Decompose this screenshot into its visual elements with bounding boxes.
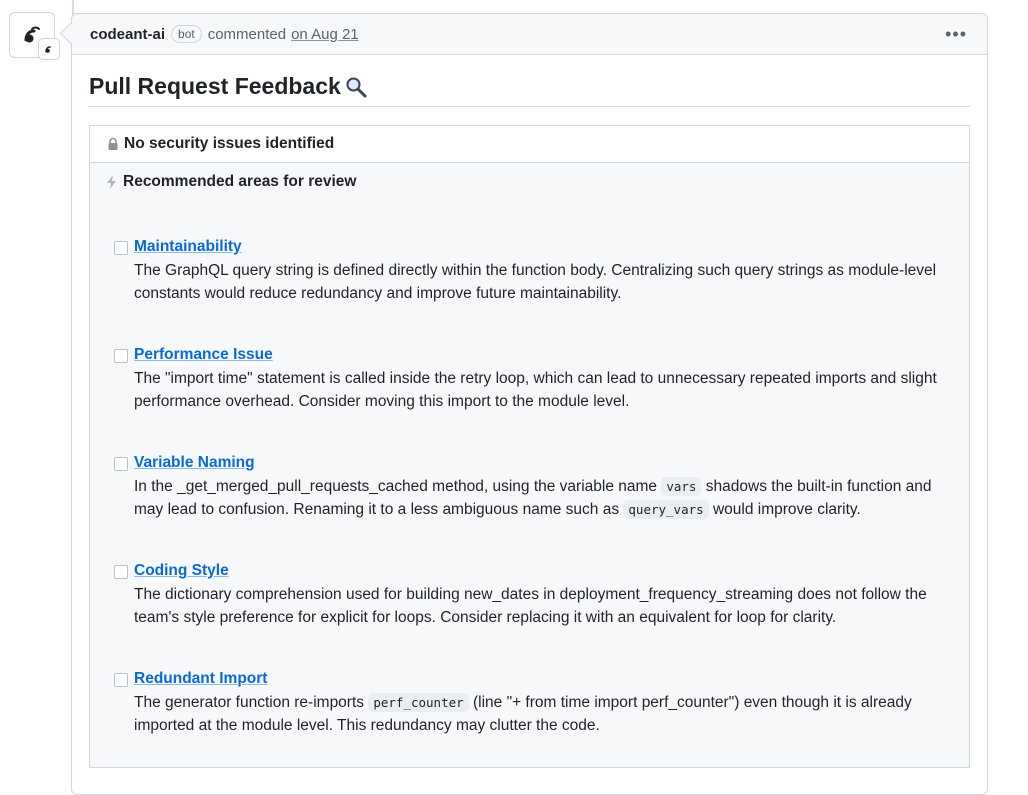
checkbox[interactable]: [114, 565, 128, 579]
magnifier-icon: [346, 77, 367, 97]
inline-code: vars: [661, 477, 702, 496]
inline-code: perf_counter: [368, 693, 469, 712]
text-segment: The generator function re-imports: [134, 694, 365, 711]
review-item-coding-style: Coding Style The dictionary comprehensio…: [106, 561, 953, 629]
checkbox[interactable]: [114, 241, 128, 255]
review-text: In the _get_merged_pull_requests_cached …: [134, 475, 953, 521]
review-text: The "import time" statement is called in…: [134, 370, 937, 410]
review-title: Recommended areas for review: [123, 173, 357, 190]
security-status: No security issues identified: [124, 135, 335, 152]
review-link-performance[interactable]: Performance Issue: [134, 345, 273, 365]
lock-icon: [108, 137, 118, 150]
review-link-variable-naming[interactable]: Variable Naming: [134, 453, 255, 473]
review-text: The dictionary comprehension used for bu…: [134, 586, 927, 626]
inline-code: query_vars: [623, 500, 709, 519]
review-item-redundant-import: Redundant Import The generator function …: [106, 669, 953, 737]
review-link-coding-style[interactable]: Coding Style: [134, 561, 229, 581]
kebab-horizontal-icon[interactable]: •••: [945, 24, 967, 45]
comment-date-link[interactable]: on Aug 21: [291, 26, 359, 43]
review-item-variable-naming: Variable Naming In the _get_merged_pull_…: [106, 453, 953, 521]
comment-box: codeant-ai bot commented on Aug 21 ••• P…: [71, 13, 988, 795]
review-item-performance: Performance Issue The "import time" stat…: [106, 345, 953, 413]
feedback-heading: Pull Request Feedback: [89, 73, 970, 107]
review-section: Recommended areas for review Maintainabi…: [90, 163, 969, 767]
security-row: No security issues identified: [90, 126, 969, 163]
review-link-maintainability[interactable]: Maintainability: [134, 237, 242, 257]
bot-badge: bot: [171, 25, 202, 43]
text-segment: In the _get_merged_pull_requests_cached …: [134, 478, 658, 495]
feedback-table: No security issues identified Recommende…: [89, 125, 970, 768]
comment-header: codeant-ai bot commented on Aug 21 •••: [72, 14, 987, 55]
review-text: The generator function re-imports perf_c…: [134, 691, 953, 737]
app-badge-avatar: [38, 38, 60, 60]
checkbox[interactable]: [114, 349, 128, 363]
text-segment: would improve clarity.: [712, 501, 861, 518]
review-link-redundant-import[interactable]: Redundant Import: [134, 669, 267, 689]
review-item-maintainability: Maintainability The GraphQL query string…: [106, 237, 953, 305]
author-name[interactable]: codeant-ai: [90, 26, 165, 43]
checkbox[interactable]: [114, 457, 128, 471]
comment-body: Pull Request Feedback No security issues…: [72, 73, 987, 768]
checkbox[interactable]: [114, 673, 128, 687]
review-text: The GraphQL query string is defined dire…: [134, 262, 937, 302]
lightning-icon: [107, 175, 116, 189]
feedback-title: Pull Request Feedback: [89, 73, 341, 99]
codeant-logo-small-icon: [45, 46, 51, 53]
review-heading: Recommended areas for review: [106, 173, 953, 191]
comment-action: commented: [207, 25, 287, 43]
